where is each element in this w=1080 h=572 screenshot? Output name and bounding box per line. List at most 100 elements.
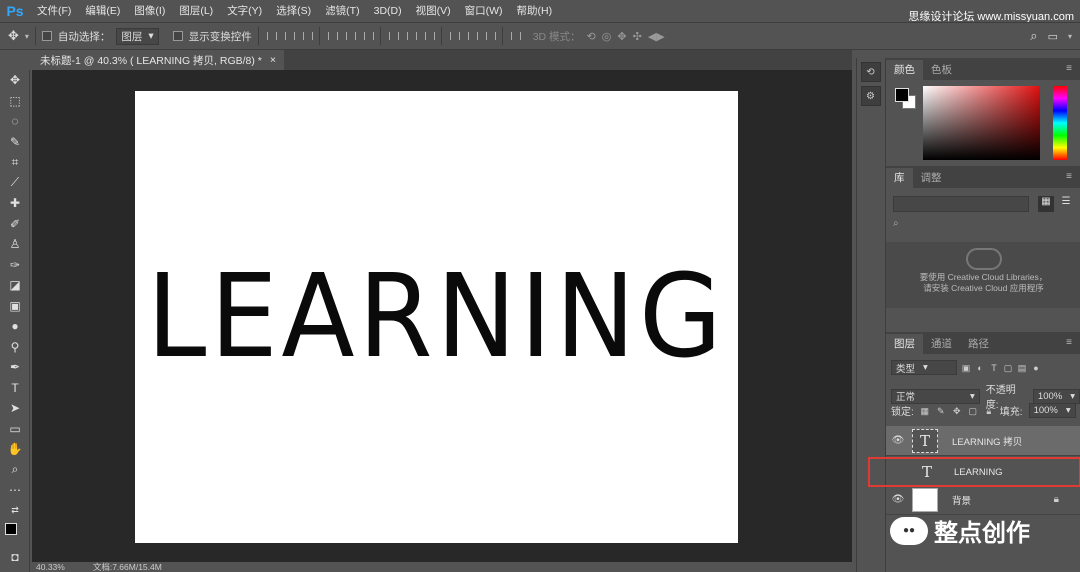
fill-input[interactable]: 100% ▾ bbox=[1028, 403, 1076, 418]
eraser-tool-icon[interactable]: ◪ bbox=[0, 275, 30, 296]
menu-view[interactable]: 视图(V) bbox=[409, 0, 458, 22]
panel-menu-icon[interactable]: ≡ bbox=[1066, 63, 1072, 74]
gradient-tool-icon[interactable]: ▣ bbox=[0, 296, 30, 317]
crop-tool-icon[interactable]: ⌗ bbox=[0, 152, 30, 173]
distribute-hcenter-icon[interactable] bbox=[466, 30, 478, 42]
library-search[interactable]: ⌕ bbox=[893, 218, 1073, 234]
eye-icon[interactable]: 👁︎ bbox=[886, 494, 910, 505]
show-transform-checkbox[interactable] bbox=[172, 31, 183, 41]
align-bottom-icon[interactable] bbox=[301, 30, 313, 42]
foreground-color-swatch[interactable] bbox=[895, 88, 909, 102]
lasso-tool-icon[interactable]: ◌ bbox=[0, 111, 30, 132]
lock-position-icon[interactable]: ✥ bbox=[952, 406, 962, 416]
3d-rotate-icon[interactable]: ⟲ bbox=[587, 30, 596, 43]
auto-align-icon[interactable] bbox=[509, 30, 521, 42]
layer-filter-dropdown[interactable]: 类型 ▾ bbox=[891, 360, 957, 375]
quick-mask-icon[interactable]: ◘ bbox=[0, 547, 30, 568]
menu-select[interactable]: 选择(S) bbox=[269, 0, 318, 22]
3d-slide-icon[interactable]: ✣ bbox=[633, 30, 642, 43]
chevron-down-icon[interactable]: ▾ bbox=[25, 32, 29, 41]
list-view-icon[interactable]: ☰ bbox=[1058, 196, 1074, 212]
tab-adjustments[interactable]: 调整 bbox=[913, 168, 950, 188]
lock-all-icon[interactable]: 🔒︎ bbox=[984, 406, 994, 416]
menu-window[interactable]: 窗口(W) bbox=[458, 0, 510, 22]
layer-name[interactable]: 背景 bbox=[952, 493, 971, 507]
hue-slider[interactable] bbox=[1053, 86, 1067, 160]
path-select-tool-icon[interactable]: ➤ bbox=[0, 398, 30, 419]
chevron-down-icon[interactable]: ▾ bbox=[1068, 32, 1072, 41]
filter-pixel-icon[interactable]: ▣ bbox=[961, 363, 971, 373]
dodge-tool-icon[interactable]: ⚲ bbox=[0, 337, 30, 358]
align-vcenter-icon[interactable] bbox=[283, 30, 295, 42]
eye-icon[interactable]: 👁︎ bbox=[886, 435, 910, 446]
3d-scale-icon[interactable]: ◀▶ bbox=[648, 30, 665, 43]
tab-color[interactable]: 颜色 bbox=[886, 60, 923, 80]
canvas-workarea[interactable]: LEARNING bbox=[32, 70, 852, 562]
color-swatches-icon[interactable] bbox=[0, 521, 30, 547]
distribute-bottom-icon[interactable] bbox=[423, 30, 435, 42]
align-right-icon[interactable] bbox=[362, 30, 374, 42]
filter-adjustment-icon[interactable]: ◐ bbox=[975, 363, 985, 373]
move-tool-icon[interactable]: ✥ bbox=[0, 70, 30, 91]
tab-layers[interactable]: 图层 bbox=[886, 334, 923, 354]
opacity-input[interactable]: 100% ▾ bbox=[1032, 388, 1080, 404]
menu-layer[interactable]: 图层(L) bbox=[172, 0, 220, 22]
layer-row[interactable]: 👁︎ 背景 🔒︎ bbox=[886, 485, 1080, 515]
history-brush-tool-icon[interactable]: ✑ bbox=[0, 255, 30, 276]
layer-name[interactable]: LEARNING 拷贝 bbox=[952, 434, 1022, 448]
swap-colors-icon[interactable]: ⇄ bbox=[0, 501, 30, 522]
menu-image[interactable]: 图像(I) bbox=[127, 0, 172, 22]
hand-tool-icon[interactable]: ✋ bbox=[0, 439, 30, 460]
fg-color-swatch[interactable] bbox=[5, 523, 17, 535]
eyedropper-tool-icon[interactable]: ⟋ bbox=[0, 173, 30, 194]
brush-tool-icon[interactable]: ✐ bbox=[0, 214, 30, 235]
menu-file[interactable]: 文件(F) bbox=[30, 0, 78, 22]
align-left-icon[interactable] bbox=[326, 30, 338, 42]
distribute-left-icon[interactable] bbox=[448, 30, 460, 42]
lock-transparent-icon[interactable]: ▦ bbox=[920, 406, 930, 416]
tab-libraries[interactable]: 库 bbox=[886, 168, 913, 188]
menu-type[interactable]: 文字(Y) bbox=[220, 0, 269, 22]
color-field[interactable] bbox=[923, 86, 1040, 160]
type-tool-icon[interactable]: T bbox=[0, 378, 30, 399]
auto-select-dropdown[interactable]: 图层 ▾ bbox=[116, 27, 159, 45]
layer-name[interactable]: LEARNING bbox=[954, 467, 1003, 478]
history-icon[interactable]: ⟲ bbox=[860, 62, 881, 82]
layer-row[interactable]: 👁︎ T LEARNING 拷贝 bbox=[886, 426, 1080, 456]
lock-image-icon[interactable]: ✎ bbox=[936, 406, 946, 416]
distribute-top-icon[interactable] bbox=[387, 30, 399, 42]
filter-type-icon[interactable]: T bbox=[989, 363, 999, 373]
align-top-icon[interactable] bbox=[265, 30, 277, 42]
distribute-right-icon[interactable] bbox=[484, 30, 496, 42]
tab-swatches[interactable]: 色板 bbox=[923, 60, 960, 80]
menu-3d[interactable]: 3D(D) bbox=[367, 0, 409, 22]
library-dropdown[interactable] bbox=[893, 196, 1029, 212]
document-tab[interactable]: 未标题-1 @ 40.3% ( LEARNING 拷贝, RGB/8) * × bbox=[32, 50, 285, 70]
filter-shape-icon[interactable]: ▢ bbox=[1003, 363, 1013, 373]
zoom-tool-icon[interactable]: ⌕ bbox=[0, 460, 30, 481]
3d-roll-icon[interactable]: ◎ bbox=[602, 30, 612, 43]
panel-menu-icon[interactable]: ≡ bbox=[1066, 171, 1072, 182]
search-icon[interactable]: ⌕ bbox=[1030, 28, 1037, 44]
more-tools-icon[interactable]: ⋯ bbox=[0, 480, 30, 501]
auto-select-checkbox[interactable] bbox=[41, 31, 52, 41]
menu-filter[interactable]: 滤镜(T) bbox=[318, 0, 366, 22]
blend-mode-dropdown[interactable]: 正常 ▾ bbox=[891, 388, 980, 404]
grid-view-icon[interactable]: ▦ bbox=[1038, 196, 1054, 212]
rectangle-tool-icon[interactable]: ▭ bbox=[0, 419, 30, 440]
menu-edit[interactable]: 编辑(E) bbox=[78, 0, 127, 22]
distribute-vcenter-icon[interactable] bbox=[405, 30, 417, 42]
healing-brush-tool-icon[interactable]: ✚ bbox=[0, 193, 30, 214]
close-icon[interactable]: × bbox=[270, 54, 276, 66]
marquee-tool-icon[interactable]: ⬚ bbox=[0, 91, 30, 112]
document-canvas[interactable]: LEARNING bbox=[135, 91, 738, 543]
3d-pan-icon[interactable]: ✥ bbox=[617, 30, 626, 43]
move-tool-icon[interactable]: ✥ bbox=[8, 28, 19, 44]
workspace-icon[interactable]: ▭ bbox=[1048, 30, 1058, 43]
menu-help[interactable]: 帮助(H) bbox=[510, 0, 560, 22]
filter-smart-object-icon[interactable]: ▤ bbox=[1017, 363, 1027, 373]
properties-icon[interactable]: ⚙ bbox=[860, 86, 881, 106]
tab-paths[interactable]: 路径 bbox=[960, 334, 997, 354]
quick-select-tool-icon[interactable]: ✎ bbox=[0, 132, 30, 153]
filter-toggle-icon[interactable]: ● bbox=[1031, 363, 1041, 373]
